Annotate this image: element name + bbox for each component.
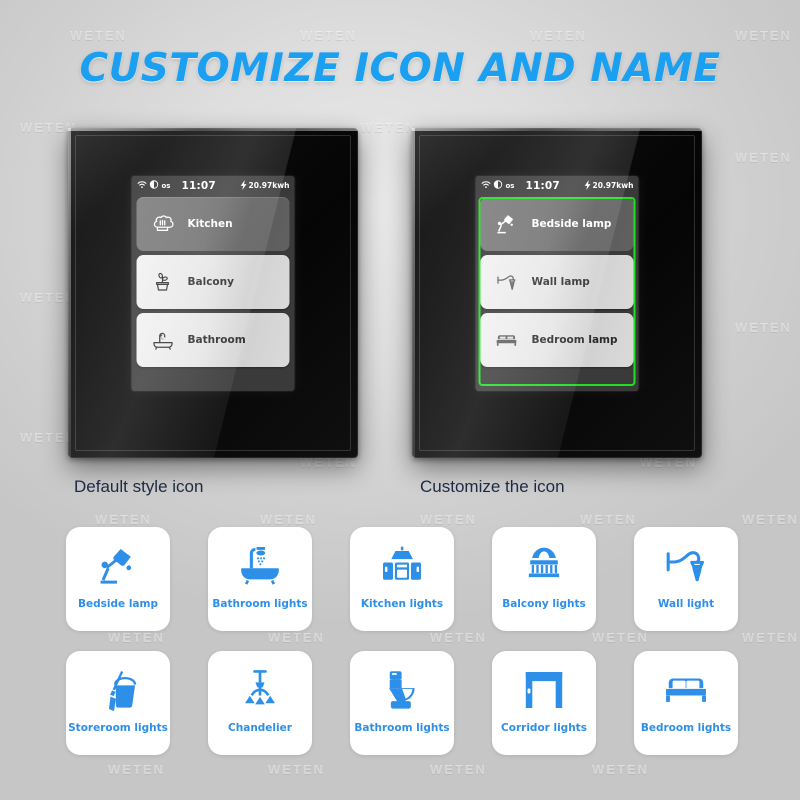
watermark-text: WETEN [268, 762, 325, 777]
icon-card-label: Wall light [657, 598, 715, 610]
panel-bevel-left [68, 128, 71, 458]
watermark-text: WETEN [742, 512, 799, 527]
wifi-icon [481, 180, 492, 191]
panel-bevel-top [412, 128, 702, 131]
panel-bevel-left [412, 128, 415, 458]
lightning-bolt-icon [240, 179, 248, 192]
icon-card-label: Bathroom lights [354, 722, 450, 734]
panel-screen-custom: os 11:07 20.97kwh Bedside lamp Wall lamp… [475, 176, 639, 391]
watermark-text: WETEN [108, 762, 165, 777]
balcony-railing-icon [519, 541, 569, 591]
screen-button-label: Wall lamp [531, 276, 590, 288]
screen-button-label: Bathroom [187, 334, 246, 346]
icon-card-chandelier[interactable]: Chandelier [208, 651, 312, 755]
watermark-text: WETEN [580, 512, 637, 527]
watermark-text: WETEN [735, 28, 792, 43]
icon-card-label: Kitchen lights [360, 598, 444, 610]
os-circle-icon [149, 180, 159, 191]
bed-icon [494, 327, 520, 353]
icon-card-label: Bathroom lights [212, 598, 308, 610]
screen-button-balcony[interactable]: Balcony [136, 255, 290, 309]
watermark-text: WETEN [592, 762, 649, 777]
caption-default-style: Default style icon [74, 477, 204, 496]
switch-panel-default: os 11:07 20.97kwh Kitchen Balcony Bathro… [68, 128, 358, 458]
wall-lamp-icon [494, 269, 520, 295]
watermark-text: WETEN [530, 28, 587, 43]
kitchen-range-hood-icon [377, 541, 427, 591]
icon-card-bedroom-lights[interactable]: Bedroom lights [634, 651, 738, 755]
switch-panel-custom: os 11:07 20.97kwh Bedside lamp Wall lamp… [412, 128, 702, 458]
watermark-text: WETEN [420, 512, 477, 527]
os-label: os [161, 181, 171, 190]
bathtub-shower-icon [235, 541, 285, 591]
os-circle-icon [493, 180, 503, 191]
watermark-text: WETEN [300, 28, 357, 43]
icon-card-wall-light[interactable]: Wall light [634, 527, 738, 631]
icon-card-storeroom-lights[interactable]: Storeroom lights [66, 651, 170, 755]
toilet-icon [377, 665, 427, 715]
screen-button-label: Balcony [187, 276, 234, 288]
status-bar: os 11:07 20.97kwh [475, 176, 639, 195]
page-title: CUSTOMIZE ICON AND NAME [79, 46, 721, 91]
watermark-text: WETEN [430, 762, 487, 777]
chef-hat-icon [150, 211, 176, 237]
doorway-icon [519, 665, 569, 715]
bed-icon [661, 665, 711, 715]
watermark-text: WETEN [70, 28, 127, 43]
icon-card-label: Bedroom lights [640, 722, 732, 734]
status-time: 11:07 [525, 179, 560, 192]
energy-value: 20.97kwh [248, 181, 290, 190]
screen-button-kitchen[interactable]: Kitchen [136, 197, 290, 251]
mop-bucket-icon [93, 665, 143, 715]
caption-customize: Customize the icon [420, 477, 565, 496]
screen-button-wall-lamp[interactable]: Wall lamp [480, 255, 634, 309]
wall-sconce-icon [661, 541, 711, 591]
panel-bevel-top [68, 128, 358, 131]
watermark-text: WETEN [95, 512, 152, 527]
icon-card-label: Storeroom lights [68, 722, 168, 734]
status-bar: os 11:07 20.97kwh [131, 176, 295, 195]
icon-library-grid: Bedside lamp Bathroom lights Kitchen lig… [66, 527, 738, 755]
icon-card-corridor-lights[interactable]: Corridor lights [492, 651, 596, 755]
icon-card-kitchen-lights[interactable]: Kitchen lights [350, 527, 454, 631]
icon-card-bathroom-lights-toilet[interactable]: Bathroom lights [350, 651, 454, 755]
wifi-icon [137, 180, 148, 191]
icon-card-balcony-lights[interactable]: Balcony lights [492, 527, 596, 631]
screen-button-label: Bedside lamp [531, 218, 612, 230]
energy-group: 20.97kwh [240, 179, 290, 192]
energy-group: 20.97kwh [584, 179, 634, 192]
screen-button-bedside-lamp[interactable]: Bedside lamp [480, 197, 634, 251]
energy-value: 20.97kwh [592, 181, 634, 190]
desk-lamp-icon [494, 211, 520, 237]
icon-card-label: Bedside lamp [78, 598, 158, 610]
watermark-text: WETEN [742, 630, 799, 645]
screen-button-list: Bedside lamp Wall lamp Bedroom lamp [476, 195, 639, 372]
watermark-text: WETEN [735, 320, 792, 335]
status-time: 11:07 [181, 179, 216, 192]
desk-lamp-icon [93, 541, 143, 591]
os-label: os [505, 181, 515, 190]
watermark-text: WETEN [360, 120, 417, 135]
screen-button-label: Bedroom lamp [531, 334, 618, 346]
lightning-bolt-icon [584, 179, 592, 192]
watermark-text: WETEN [260, 512, 317, 527]
icon-card-label: Chandelier [228, 722, 292, 734]
icon-card-bedside-lamp[interactable]: Bedside lamp [66, 527, 170, 631]
screen-button-label: Kitchen [187, 218, 233, 230]
chandelier-icon [235, 665, 285, 715]
bathtub-icon [150, 327, 176, 353]
watermark-text: WETEN [735, 150, 792, 165]
product-image-canvas: WETEN WETEN WETEN WETEN WETEN WETEN WETE… [0, 0, 800, 800]
icon-card-label: Balcony lights [502, 598, 586, 610]
screen-button-list: Kitchen Balcony Bathroom [132, 195, 295, 372]
screen-button-bedroom-lamp[interactable]: Bedroom lamp [480, 313, 634, 367]
potted-plant-icon [150, 269, 176, 295]
panel-screen-default: os 11:07 20.97kwh Kitchen Balcony Bathro… [131, 176, 295, 391]
icon-card-label: Corridor lights [501, 722, 587, 734]
screen-button-bathroom[interactable]: Bathroom [136, 313, 290, 367]
icon-card-bathroom-lights-tub[interactable]: Bathroom lights [208, 527, 312, 631]
